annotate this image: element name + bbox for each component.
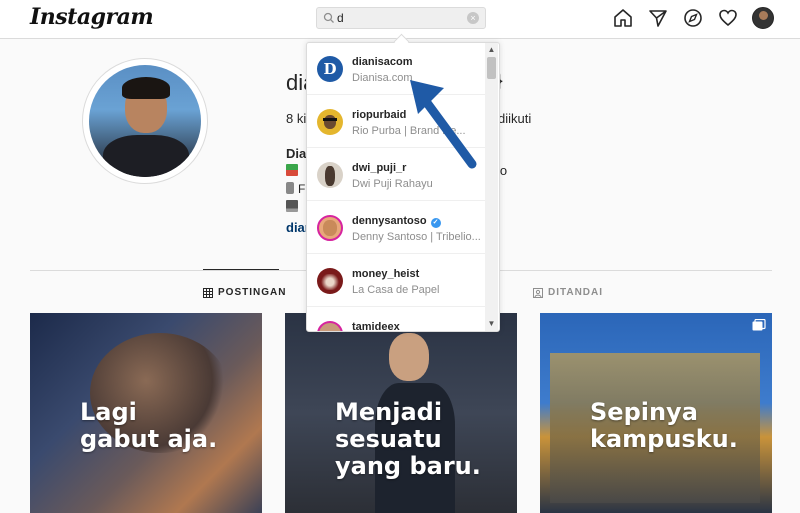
result-username: riopurbaid	[352, 109, 407, 121]
profile-avatar[interactable]	[752, 7, 774, 29]
home-icon[interactable]	[612, 7, 634, 29]
avatar-figure	[325, 166, 335, 186]
result-username: dwi_puji_r	[352, 162, 407, 174]
tab-label: POSTINGAN	[218, 287, 287, 298]
result-username: tamideex	[352, 321, 400, 332]
avatar	[317, 109, 343, 135]
book-emoji-icon	[286, 164, 298, 176]
avatar-face	[323, 220, 337, 236]
photo-body	[103, 135, 189, 177]
bio-line	[286, 200, 302, 214]
post-tile[interactable]: Menjadi sesuatu yang baru.	[285, 313, 517, 513]
result-username: money_heist	[352, 268, 420, 280]
avatar-masks	[320, 274, 340, 290]
avatar	[752, 7, 774, 29]
profile-picture[interactable]	[82, 58, 208, 184]
laptop-emoji-icon	[286, 200, 298, 212]
tab-postingan[interactable]: POSTINGAN	[203, 287, 286, 298]
explore-icon[interactable]	[682, 7, 704, 29]
search-icon	[323, 12, 334, 23]
post-tile[interactable]: Lagi gabut aja.	[30, 313, 262, 513]
avatar	[317, 215, 343, 241]
bio-line: F	[286, 182, 305, 196]
avatar	[317, 268, 343, 294]
post-caption: Lagi gabut aja.	[80, 398, 218, 453]
avatar: D	[317, 56, 343, 82]
search-input[interactable]	[337, 10, 457, 26]
scroll-up-icon[interactable]: ▲	[485, 45, 498, 55]
annotation-arrow-icon	[410, 80, 477, 169]
top-navigation-bar: Instagram ×	[0, 0, 800, 39]
bio-line	[286, 164, 302, 178]
post-tile[interactable]: Sepinya kampusku.	[540, 313, 772, 513]
result-username: dianisacom	[352, 56, 413, 68]
result-fullname: Dwi Puji Rahayu	[352, 178, 433, 190]
post-caption: Menjadi sesuatu yang baru.	[335, 398, 481, 480]
avatar	[317, 162, 343, 188]
direct-message-icon[interactable]	[647, 7, 669, 29]
search-box[interactable]: ×	[316, 7, 486, 29]
grid-icon	[203, 287, 213, 298]
search-result-item[interactable]: dennysantoso ✓ Denny Santoso | Tribelio..…	[307, 202, 485, 254]
search-result-item[interactable]: money_heist La Casa de Papel	[307, 255, 485, 307]
instagram-logo[interactable]: Instagram	[30, 4, 154, 30]
multiple-photos-icon	[752, 319, 766, 331]
avatar-glasses	[323, 118, 337, 121]
post-caption: Sepinya kampusku.	[590, 398, 738, 453]
bio-name: Dia	[286, 146, 307, 161]
tab-label: DITANDAI	[548, 287, 604, 298]
active-tab-indicator	[203, 269, 279, 270]
verified-badge-icon: ✓	[430, 218, 441, 228]
result-fullname: La Casa de Papel	[352, 284, 440, 296]
avatar	[317, 321, 343, 331]
tab-ditandai[interactable]: DITANDAI	[533, 287, 603, 298]
profile-stats-following[interactable]: diikuti	[498, 111, 531, 126]
tagged-icon	[533, 287, 543, 298]
phone-emoji-icon	[286, 182, 294, 194]
result-username: dennysantoso ✓	[352, 215, 441, 228]
photo-hair	[122, 77, 170, 99]
man-head	[389, 333, 429, 381]
nav-icons	[612, 7, 774, 29]
clear-search-icon[interactable]: ×	[467, 12, 479, 24]
profile-photo	[89, 65, 201, 177]
scroll-down-icon[interactable]: ▼	[485, 319, 498, 329]
profile-stats-posts: 8 ki	[286, 111, 307, 126]
result-fullname: Denny Santoso | Tribelio...	[352, 231, 480, 243]
activity-heart-icon[interactable]	[717, 7, 739, 29]
search-result-item[interactable]: tamideex	[307, 308, 485, 332]
